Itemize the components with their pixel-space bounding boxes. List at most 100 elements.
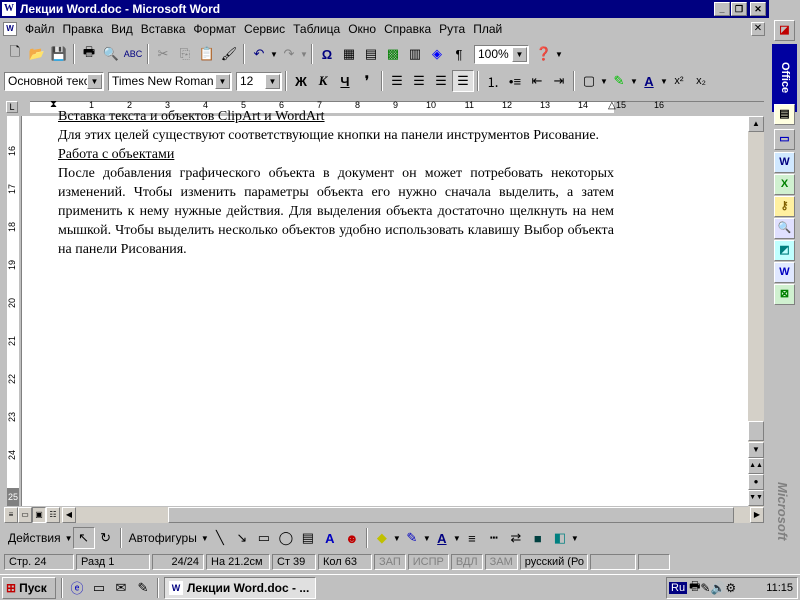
- select-objects-icon[interactable]: ↖: [72, 527, 95, 549]
- menu-play[interactable]: Плай: [469, 22, 506, 36]
- actions-dropdown-icon[interactable]: ▼: [65, 534, 73, 543]
- symbol-icon[interactable]: Ω: [316, 43, 338, 65]
- vertical-scrollbar[interactable]: ▲ ▼ ▲▲ ● ▼▼: [748, 116, 764, 508]
- wordart-icon[interactable]: A: [319, 527, 341, 549]
- line-icon[interactable]: ╲: [209, 527, 231, 549]
- note-icon[interactable]: ◩: [774, 240, 795, 261]
- chevron-down-icon[interactable]: ▼: [87, 73, 102, 89]
- justify-icon[interactable]: ☰: [452, 70, 474, 92]
- rectangle-icon[interactable]: ▭: [253, 527, 275, 549]
- excel-shortcut-icon[interactable]: X: [774, 174, 795, 195]
- menu-format[interactable]: Формат: [189, 22, 240, 36]
- clock[interactable]: 11:15: [766, 582, 793, 594]
- lang-indicator[interactable]: Ru: [669, 581, 688, 594]
- scroll-up-icon[interactable]: ▲: [748, 116, 764, 132]
- undo-dropdown-icon[interactable]: ▼: [270, 50, 278, 59]
- status-lang[interactable]: русский (Ро: [519, 554, 588, 570]
- new-note-icon[interactable]: ▤: [774, 104, 795, 125]
- document-area[interactable]: Вставка текста и объектов ClipArt и Word…: [4, 109, 748, 506]
- redo-icon[interactable]: ↷: [278, 43, 300, 65]
- help-icon[interactable]: ❓: [533, 43, 555, 65]
- borders-icon[interactable]: ▢: [578, 70, 600, 92]
- insert-table-icon[interactable]: ▤: [360, 43, 382, 65]
- autoshapes-menu[interactable]: Автофигуры: [125, 531, 201, 545]
- draw-more-icon[interactable]: ▼: [571, 534, 579, 543]
- desktop-icon[interactable]: ▭: [88, 577, 110, 599]
- open-folder-icon[interactable]: 📂: [26, 43, 48, 65]
- status-ext[interactable]: ВДЛ: [450, 554, 483, 570]
- scroll-left-icon[interactable]: ◀: [62, 507, 76, 523]
- save-icon[interactable]: 💾: [48, 43, 70, 65]
- word-doc-icon[interactable]: W: [774, 262, 795, 283]
- insert-table-grid-icon[interactable]: ▦: [338, 43, 360, 65]
- quote-icon[interactable]: ❜: [356, 70, 378, 92]
- line-color-icon[interactable]: ✎: [401, 527, 423, 549]
- new-doc-icon[interactable]: 🗋: [4, 43, 26, 65]
- tray-icon-2[interactable]: ✎: [700, 581, 710, 595]
- bold-button[interactable]: Ж: [290, 70, 312, 92]
- office-label[interactable]: Office: [772, 44, 797, 112]
- outline-view-icon[interactable]: ☷: [46, 507, 60, 523]
- undo-icon[interactable]: ↶: [248, 43, 270, 65]
- menu-tools[interactable]: Сервис: [240, 22, 289, 36]
- h-scroll-thumb[interactable]: [168, 507, 734, 523]
- align-right-icon[interactable]: ☰: [430, 70, 452, 92]
- volume-icon[interactable]: 🔊: [710, 581, 725, 595]
- bullets-icon[interactable]: •≡: [504, 70, 526, 92]
- chevron-down-icon[interactable]: ▼: [265, 73, 280, 89]
- document-text[interactable]: Вставка текста и объектов ClipArt и Word…: [58, 109, 614, 259]
- ie-icon[interactable]: ⓔ: [66, 577, 88, 599]
- line-color-dropdown-icon[interactable]: ▼: [423, 534, 431, 543]
- print-icon[interactable]: 🖶: [78, 43, 100, 65]
- scroll-down-icon[interactable]: ▼: [748, 442, 764, 458]
- chevron-down-icon[interactable]: ▼: [512, 46, 527, 62]
- status-rec[interactable]: ЗАП: [374, 554, 406, 570]
- tray-icon-3[interactable]: ⚙: [725, 581, 736, 595]
- excel-sheet-icon[interactable]: ▩: [382, 43, 404, 65]
- page-view-icon[interactable]: ▣: [32, 507, 46, 523]
- menu-view[interactable]: Вид: [107, 22, 137, 36]
- subscript-button[interactable]: x₂: [690, 70, 712, 92]
- free-rotate-icon[interactable]: ↻: [95, 527, 117, 549]
- channels-icon[interactable]: ✎: [132, 577, 154, 599]
- close-button[interactable]: ✕: [750, 2, 766, 16]
- shadow-icon[interactable]: ■: [527, 527, 549, 549]
- redo-dropdown-icon[interactable]: ▼: [300, 50, 308, 59]
- menu-window[interactable]: Окно: [344, 22, 380, 36]
- copy-icon[interactable]: ⎘: [174, 43, 196, 65]
- task-word-button[interactable]: W Лекции Word.doc - ...: [164, 576, 316, 599]
- font-size-select[interactable]: 12 ▼: [236, 71, 282, 91]
- line-style-icon[interactable]: ≡: [461, 527, 483, 549]
- browse-object-icon[interactable]: ●: [748, 474, 764, 490]
- menu-insert[interactable]: Вставка: [137, 22, 190, 36]
- align-left-icon[interactable]: ☰: [386, 70, 408, 92]
- zoom-select[interactable]: 100% ▼: [474, 44, 529, 64]
- word-app-icon[interactable]: W: [2, 2, 16, 16]
- prev-page-icon[interactable]: ▲▲: [748, 458, 764, 474]
- status-ovr[interactable]: ЗАМ: [484, 554, 518, 570]
- restore-button[interactable]: ❐: [731, 2, 747, 16]
- 3d-icon[interactable]: ◧: [549, 527, 571, 549]
- horizontal-scrollbar[interactable]: ≡ ▭ ▣ ☷ ◀ ▶: [4, 507, 764, 523]
- menu-file[interactable]: Файл: [21, 22, 59, 36]
- menu-help[interactable]: Справка: [380, 22, 435, 36]
- drawing-icon[interactable]: ◈: [426, 43, 448, 65]
- document-icon[interactable]: W: [3, 22, 17, 36]
- underline-button[interactable]: Ч: [334, 70, 356, 92]
- font-select[interactable]: Times New Roman ▼: [108, 71, 232, 91]
- style-select[interactable]: Основной текст ▼: [4, 71, 104, 91]
- menu-table[interactable]: Таблица: [289, 22, 344, 36]
- increase-indent-icon[interactable]: ⇥: [548, 70, 570, 92]
- draw-font-color-icon[interactable]: A: [431, 527, 453, 549]
- doc-close-button[interactable]: ✕: [751, 22, 765, 36]
- web-view-icon[interactable]: ▭: [18, 507, 32, 523]
- tray-icon-1[interactable]: 🖶: [689, 577, 700, 598]
- columns-icon[interactable]: ▥: [404, 43, 426, 65]
- oval-icon[interactable]: ◯: [275, 527, 297, 549]
- open-office-doc-icon[interactable]: ▭: [774, 129, 795, 150]
- align-center-icon[interactable]: ☰: [408, 70, 430, 92]
- fill-color-dropdown-icon[interactable]: ▼: [393, 534, 401, 543]
- actions-menu[interactable]: Действия: [4, 531, 65, 545]
- key-icon[interactable]: ⚷: [774, 196, 795, 217]
- arrow-icon[interactable]: ↘: [231, 527, 253, 549]
